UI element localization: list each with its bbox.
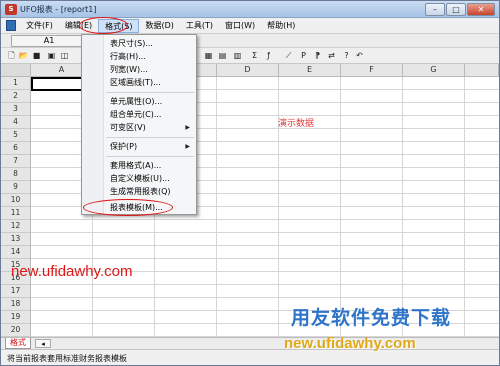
format-menu-item-common-reports[interactable]: 生成常用报表(Q) (110, 186, 171, 198)
row-header[interactable]: 4 (1, 116, 31, 129)
menu-item-highlight-annotation (83, 199, 173, 216)
format-menu-item-table-size[interactable]: 表尺寸(S)... (110, 38, 153, 50)
format-icon[interactable]: P (298, 50, 309, 61)
table-icon[interactable]: ▤ (217, 50, 228, 61)
format-menu-item-row-height[interactable]: 行高(H)... (110, 51, 146, 63)
spreadsheet-grid[interactable]: A B C D E F G 12345678910111213141516171… (1, 64, 499, 337)
select-all-corner[interactable] (1, 64, 31, 77)
format-menu-item-protect[interactable]: 保护(P) (110, 141, 137, 153)
row-header[interactable]: 18 (1, 298, 31, 311)
window-title: UFO报表 - [report1] (20, 5, 97, 14)
sheet-icon[interactable]: ▥ (232, 50, 243, 61)
format-menu-item-column-width[interactable]: 列宽(W)... (110, 64, 148, 76)
format-menu-item-merge-cells[interactable]: 组合单元(C)... (110, 109, 161, 121)
menu-bar: 文件(F) 编辑(E) 格式(S) 数据(D) 工具(T) 窗口(W) 帮助(H… (1, 18, 499, 34)
formula-bar: A1 (1, 34, 499, 48)
submenu-arrow-icon: ▶ (185, 124, 190, 131)
chart-icon[interactable]: ⟋ (283, 50, 294, 61)
grid-icon[interactable]: ▦ (203, 50, 214, 61)
row-header[interactable]: 5 (1, 129, 31, 142)
minimize-button[interactable]: – (425, 3, 445, 16)
row-header[interactable]: 6 (1, 142, 31, 155)
row-header[interactable]: 17 (1, 285, 31, 298)
format-menu-item-variable-area[interactable]: 可变区(V) (110, 122, 146, 134)
column-header-e[interactable]: E (279, 64, 341, 77)
menu-help[interactable]: 帮助(H) (261, 19, 301, 33)
sheet-tab-bar: 格式 ◂ (1, 337, 499, 349)
row-header[interactable]: 20 (1, 324, 31, 337)
menu-tools[interactable]: 工具(T) (180, 19, 219, 33)
row-header[interactable]: 19 (1, 311, 31, 324)
row-header[interactable]: 13 (1, 233, 31, 246)
sort-icon[interactable]: ⁋ (312, 50, 323, 61)
row-header[interactable]: 3 (1, 103, 31, 116)
watermark-url-gold: new.ufidawhy.com (284, 335, 416, 352)
print-icon[interactable]: ▣ (46, 50, 57, 61)
sheet-scroll-left-icon[interactable]: ◂ (35, 339, 51, 348)
toolbar: 🗋 📂 ■ ▣ ◫ ▦ ▤ ▥ Σ ƒ ⟋ P ⁋ ⇄ ? ↶ (1, 48, 499, 64)
column-header-d[interactable]: D (217, 64, 279, 77)
column-header-f[interactable]: F (341, 64, 403, 77)
app-window: S UFO报表 - [report1] – □ ✕ 文件(F) 编辑(E) 格式… (0, 0, 500, 366)
title-bar: S UFO报表 - [report1] – □ ✕ (1, 1, 499, 18)
row-header[interactable]: 11 (1, 207, 31, 220)
submenu-arrow-icon: ▶ (185, 143, 190, 150)
row-header[interactable]: 14 (1, 246, 31, 259)
undo-icon[interactable]: ↶ (354, 50, 365, 61)
save-icon[interactable]: ■ (31, 50, 42, 61)
column-header-g[interactable]: G (403, 64, 465, 77)
help-icon[interactable]: ? (341, 50, 352, 61)
preview-icon[interactable]: ◫ (59, 50, 70, 61)
formula-icon[interactable]: ƒ (263, 50, 274, 61)
status-bar: 将当前报表套用标准财务报表模板 (1, 349, 499, 365)
cell-reference-box[interactable]: A1 (11, 35, 87, 47)
status-text: 将当前报表套用标准财务报表模板 (7, 354, 127, 363)
arrange-icon[interactable]: ⇄ (326, 50, 337, 61)
format-menu-item-cell-properties[interactable]: 单元属性(O)... (110, 96, 162, 108)
demo-data-label: 演示数据 (278, 119, 315, 129)
close-button[interactable]: ✕ (467, 3, 495, 16)
menu-data[interactable]: 数据(D) (139, 19, 179, 33)
open-icon[interactable]: 📂 (18, 50, 29, 61)
sum-icon[interactable]: Σ (249, 50, 260, 61)
row-header[interactable]: 10 (1, 194, 31, 207)
format-menu-item-custom-template[interactable]: 自定义模板(U)... (110, 173, 170, 185)
document-icon[interactable] (6, 20, 16, 31)
format-menu-dropdown: 表尺寸(S)... 行高(H)... 列宽(W)... 区域画线(T)... 单… (81, 34, 197, 216)
new-icon[interactable]: 🗋 (6, 50, 17, 61)
row-header[interactable]: 12 (1, 220, 31, 233)
row-header[interactable]: 2 (1, 90, 31, 103)
format-menu-item-draw-lines[interactable]: 区域画线(T)... (110, 77, 161, 89)
watermark-brand: 用友软件免费下载 (291, 307, 452, 329)
column-header-blank (465, 64, 499, 77)
menu-file[interactable]: 文件(F) (20, 19, 59, 33)
format-menu-item-apply-format[interactable]: 套用格式(A)... (110, 160, 161, 172)
row-header[interactable]: 1 (1, 77, 31, 90)
row-header[interactable]: 8 (1, 168, 31, 181)
row-header[interactable]: 7 (1, 155, 31, 168)
maximize-button[interactable]: □ (446, 3, 466, 16)
sheet-tab-format[interactable]: 格式 (5, 338, 31, 349)
menu-window[interactable]: 窗口(W) (219, 19, 261, 33)
row-header[interactable]: 9 (1, 181, 31, 194)
watermark-url-red: new.ufidawhy.com (11, 263, 133, 280)
menu-highlight-annotation (79, 17, 128, 34)
app-logo-icon: S (5, 4, 17, 15)
